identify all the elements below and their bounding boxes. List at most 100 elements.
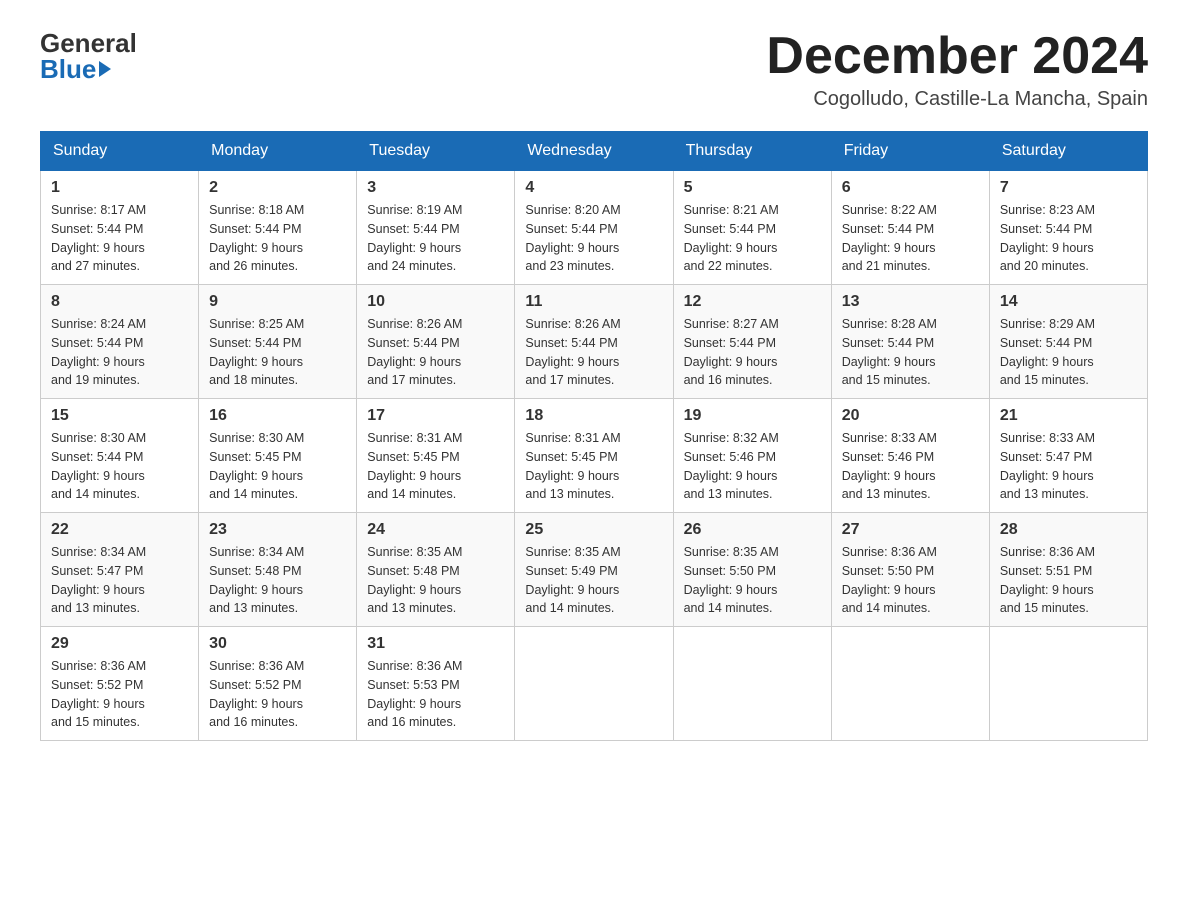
day-number: 17	[367, 407, 504, 425]
calendar-cell	[673, 627, 831, 741]
day-number: 19	[684, 407, 821, 425]
logo-arrow-icon	[99, 61, 111, 77]
calendar-cell	[989, 627, 1147, 741]
calendar-cell	[831, 627, 989, 741]
location-subtitle: Cogolludo, Castille-La Mancha, Spain	[766, 88, 1148, 111]
header-monday: Monday	[199, 132, 357, 171]
day-info: Sunrise: 8:34 AMSunset: 5:47 PMDaylight:…	[51, 543, 188, 618]
day-info: Sunrise: 8:24 AMSunset: 5:44 PMDaylight:…	[51, 315, 188, 390]
header-thursday: Thursday	[673, 132, 831, 171]
calendar-cell	[515, 627, 673, 741]
calendar-cell: 6 Sunrise: 8:22 AMSunset: 5:44 PMDaylight…	[831, 171, 989, 285]
day-number: 15	[51, 407, 188, 425]
calendar-cell: 2 Sunrise: 8:18 AMSunset: 5:44 PMDaylight…	[199, 171, 357, 285]
day-number: 1	[51, 179, 188, 197]
calendar-week-3: 15 Sunrise: 8:30 AMSunset: 5:44 PMDayligh…	[41, 399, 1148, 513]
header-tuesday: Tuesday	[357, 132, 515, 171]
day-info: Sunrise: 8:35 AMSunset: 5:48 PMDaylight:…	[367, 543, 504, 618]
calendar-header-row: SundayMondayTuesdayWednesdayThursdayFrid…	[41, 132, 1148, 171]
calendar-cell: 5 Sunrise: 8:21 AMSunset: 5:44 PMDaylight…	[673, 171, 831, 285]
calendar-week-4: 22Sunrise: 8:34 AMSunset: 5:47 PMDayligh…	[41, 513, 1148, 627]
calendar-cell: 19 Sunrise: 8:32 AMSunset: 5:46 PMDayligh…	[673, 399, 831, 513]
calendar-cell: 31Sunrise: 8:36 AMSunset: 5:53 PMDayligh…	[357, 627, 515, 741]
calendar-cell: 17 Sunrise: 8:31 AMSunset: 5:45 PMDayligh…	[357, 399, 515, 513]
calendar-cell: 24 Sunrise: 8:35 AMSunset: 5:48 PMDayligh…	[357, 513, 515, 627]
calendar-cell: 27 Sunrise: 8:36 AMSunset: 5:50 PMDayligh…	[831, 513, 989, 627]
day-info: Sunrise: 8:30 AMSunset: 5:44 PMDaylight:…	[51, 429, 188, 504]
day-info: Sunrise: 8:32 AMSunset: 5:46 PMDaylight:…	[684, 429, 821, 504]
calendar-cell: 8 Sunrise: 8:24 AMSunset: 5:44 PMDaylight…	[41, 285, 199, 399]
page-header: General Blue December 2024 Cogolludo, Ca…	[40, 30, 1148, 111]
day-info: Sunrise: 8:36 AMSunset: 5:50 PMDaylight:…	[842, 543, 979, 618]
day-number: 14	[1000, 293, 1137, 311]
calendar-cell: 20Sunrise: 8:33 AMSunset: 5:46 PMDayligh…	[831, 399, 989, 513]
calendar-cell: 29 Sunrise: 8:36 AMSunset: 5:52 PMDayligh…	[41, 627, 199, 741]
header-wednesday: Wednesday	[515, 132, 673, 171]
day-number: 20	[842, 407, 979, 425]
calendar-week-5: 29 Sunrise: 8:36 AMSunset: 5:52 PMDayligh…	[41, 627, 1148, 741]
day-info: Sunrise: 8:23 AMSunset: 5:44 PMDaylight:…	[1000, 201, 1137, 276]
logo-blue-text: Blue	[40, 56, 137, 82]
day-info: Sunrise: 8:21 AMSunset: 5:44 PMDaylight:…	[684, 201, 821, 276]
day-info: Sunrise: 8:31 AMSunset: 5:45 PMDaylight:…	[525, 429, 662, 504]
day-number: 8	[51, 293, 188, 311]
day-number: 3	[367, 179, 504, 197]
calendar-cell: 7 Sunrise: 8:23 AMSunset: 5:44 PMDaylight…	[989, 171, 1147, 285]
day-number: 21	[1000, 407, 1137, 425]
day-info: Sunrise: 8:36 AMSunset: 5:52 PMDaylight:…	[209, 657, 346, 732]
calendar-cell: 25Sunrise: 8:35 AMSunset: 5:49 PMDayligh…	[515, 513, 673, 627]
day-info: Sunrise: 8:31 AMSunset: 5:45 PMDaylight:…	[367, 429, 504, 504]
day-info: Sunrise: 8:18 AMSunset: 5:44 PMDaylight:…	[209, 201, 346, 276]
day-number: 30	[209, 635, 346, 653]
day-number: 5	[684, 179, 821, 197]
day-info: Sunrise: 8:17 AMSunset: 5:44 PMDaylight:…	[51, 201, 188, 276]
calendar-cell: 14 Sunrise: 8:29 AMSunset: 5:44 PMDayligh…	[989, 285, 1147, 399]
day-info: Sunrise: 8:20 AMSunset: 5:44 PMDaylight:…	[525, 201, 662, 276]
calendar-cell: 3Sunrise: 8:19 AMSunset: 5:44 PMDaylight…	[357, 171, 515, 285]
calendar-table: SundayMondayTuesdayWednesdayThursdayFrid…	[40, 131, 1148, 741]
calendar-cell: 10 Sunrise: 8:26 AMSunset: 5:44 PMDayligh…	[357, 285, 515, 399]
day-number: 24	[367, 521, 504, 539]
day-info: Sunrise: 8:26 AMSunset: 5:44 PMDaylight:…	[367, 315, 504, 390]
calendar-cell: 23Sunrise: 8:34 AMSunset: 5:48 PMDayligh…	[199, 513, 357, 627]
day-info: Sunrise: 8:30 AMSunset: 5:45 PMDaylight:…	[209, 429, 346, 504]
calendar-cell: 1 Sunrise: 8:17 AMSunset: 5:44 PMDaylight…	[41, 171, 199, 285]
calendar-cell: 9Sunrise: 8:25 AMSunset: 5:44 PMDaylight…	[199, 285, 357, 399]
day-info: Sunrise: 8:22 AMSunset: 5:44 PMDaylight:…	[842, 201, 979, 276]
month-title: December 2024	[766, 30, 1148, 82]
day-info: Sunrise: 8:36 AMSunset: 5:52 PMDaylight:…	[51, 657, 188, 732]
day-info: Sunrise: 8:29 AMSunset: 5:44 PMDaylight:…	[1000, 315, 1137, 390]
calendar-week-2: 8 Sunrise: 8:24 AMSunset: 5:44 PMDaylight…	[41, 285, 1148, 399]
calendar-cell: 18 Sunrise: 8:31 AMSunset: 5:45 PMDayligh…	[515, 399, 673, 513]
calendar-cell: 12Sunrise: 8:27 AMSunset: 5:44 PMDayligh…	[673, 285, 831, 399]
calendar-cell: 28Sunrise: 8:36 AMSunset: 5:51 PMDayligh…	[989, 513, 1147, 627]
day-info: Sunrise: 8:36 AMSunset: 5:53 PMDaylight:…	[367, 657, 504, 732]
day-number: 18	[525, 407, 662, 425]
calendar-cell: 26Sunrise: 8:35 AMSunset: 5:50 PMDayligh…	[673, 513, 831, 627]
logo: General Blue	[40, 30, 137, 82]
day-number: 12	[684, 293, 821, 311]
header-saturday: Saturday	[989, 132, 1147, 171]
calendar-cell: 16 Sunrise: 8:30 AMSunset: 5:45 PMDayligh…	[199, 399, 357, 513]
day-number: 2	[209, 179, 346, 197]
day-number: 10	[367, 293, 504, 311]
day-number: 11	[525, 293, 662, 311]
day-info: Sunrise: 8:35 AMSunset: 5:49 PMDaylight:…	[525, 543, 662, 618]
day-info: Sunrise: 8:36 AMSunset: 5:51 PMDaylight:…	[1000, 543, 1137, 618]
day-number: 27	[842, 521, 979, 539]
day-info: Sunrise: 8:34 AMSunset: 5:48 PMDaylight:…	[209, 543, 346, 618]
day-number: 9	[209, 293, 346, 311]
day-number: 13	[842, 293, 979, 311]
header-friday: Friday	[831, 132, 989, 171]
logo-general-text: General	[40, 30, 137, 56]
calendar-cell: 4 Sunrise: 8:20 AMSunset: 5:44 PMDaylight…	[515, 171, 673, 285]
header-sunday: Sunday	[41, 132, 199, 171]
day-number: 7	[1000, 179, 1137, 197]
day-number: 16	[209, 407, 346, 425]
calendar-cell: 22Sunrise: 8:34 AMSunset: 5:47 PMDayligh…	[41, 513, 199, 627]
calendar-week-1: 1 Sunrise: 8:17 AMSunset: 5:44 PMDaylight…	[41, 171, 1148, 285]
day-number: 4	[525, 179, 662, 197]
day-number: 29	[51, 635, 188, 653]
title-section: December 2024 Cogolludo, Castille-La Man…	[766, 30, 1148, 111]
day-number: 6	[842, 179, 979, 197]
